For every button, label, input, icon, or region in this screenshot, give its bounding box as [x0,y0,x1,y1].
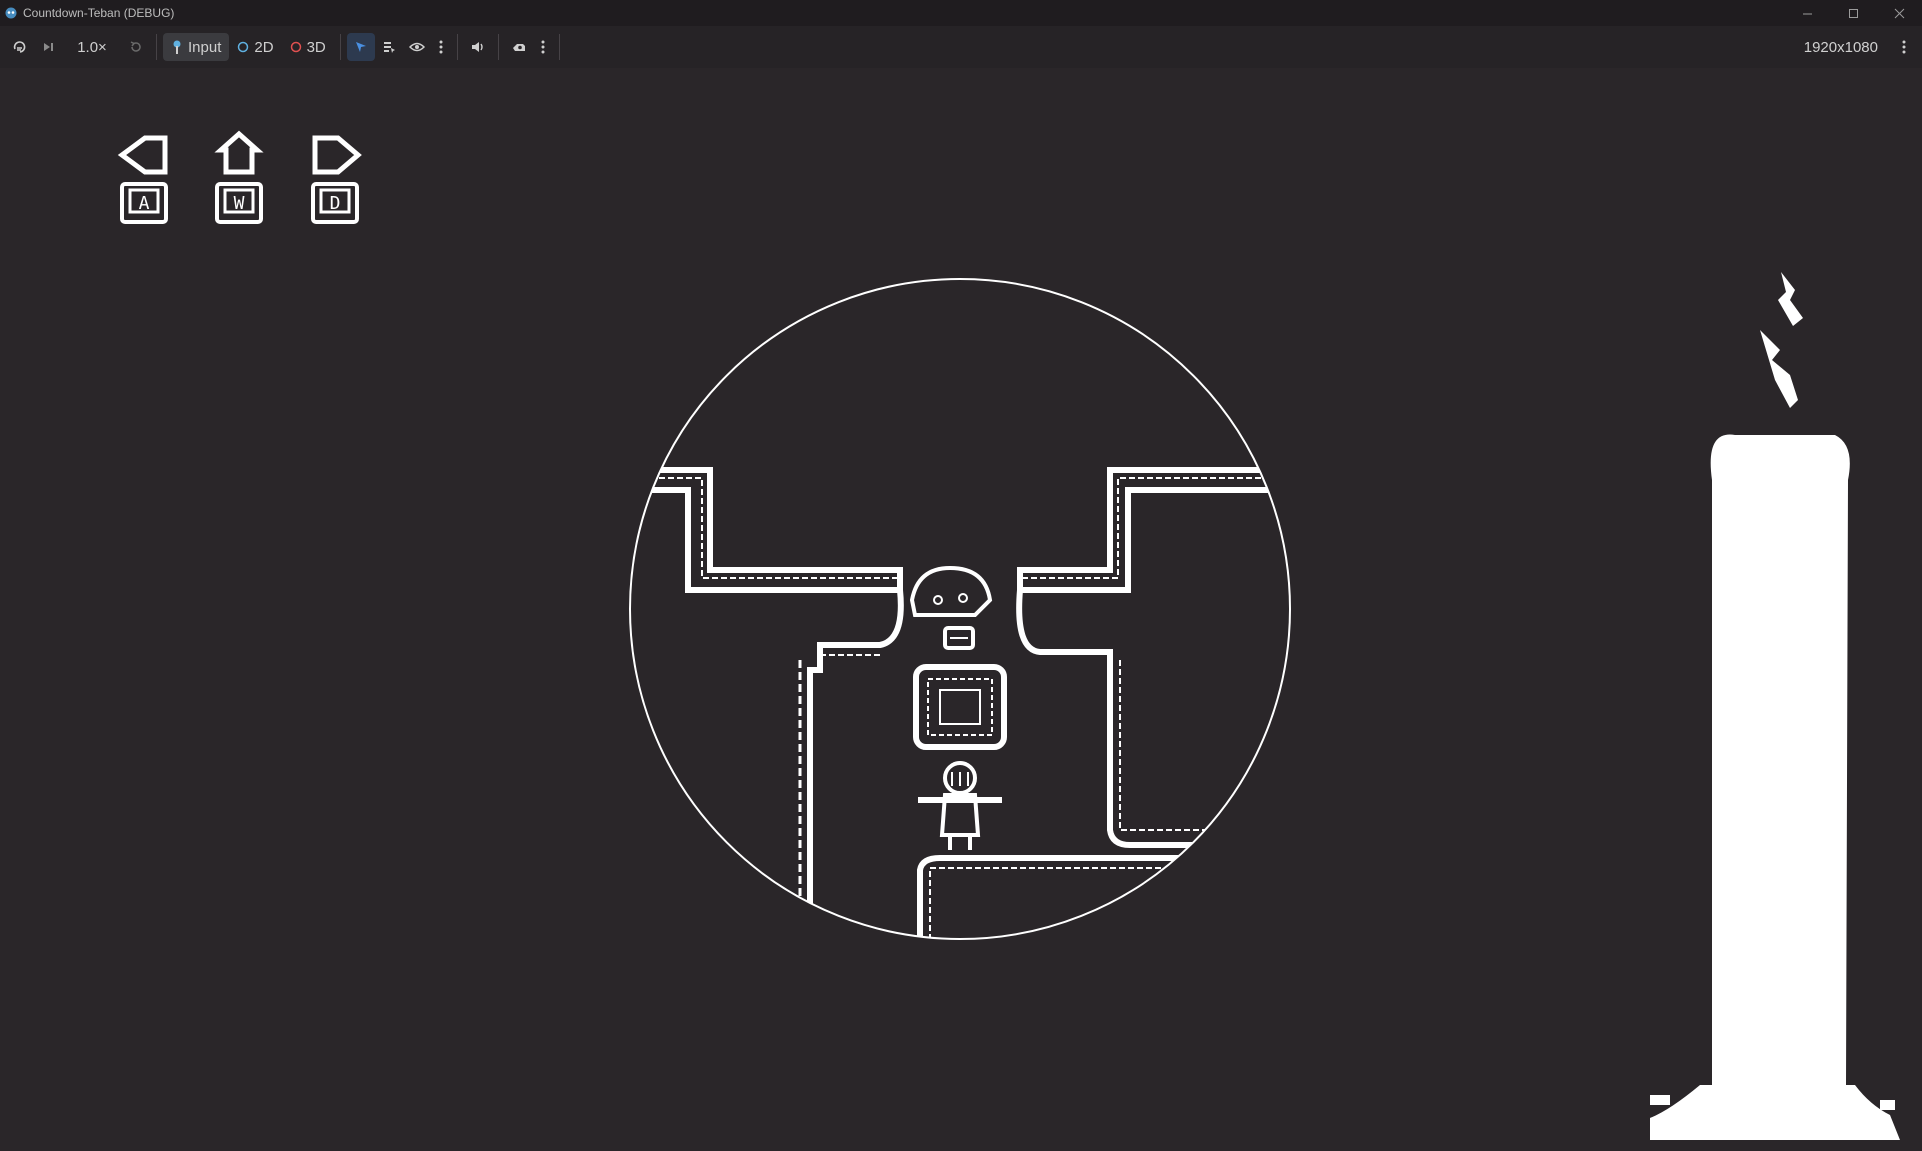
next-frame-icon [44,43,53,51]
godot-app-icon [5,7,17,19]
level-floor [917,855,1270,939]
eye-icon [408,42,425,52]
suspend-toggle-button[interactable] [6,33,34,61]
control-right: D [311,135,362,224]
lens-circle [629,278,1291,940]
control-left: A [117,135,168,224]
reset-icon [130,41,141,52]
game-viewport[interactable]: A W D [0,68,1922,1151]
maximize-button[interactable] [1830,0,1876,26]
kebab-menu-icon [439,40,443,54]
joystick-icon [173,40,181,54]
window-title: Countdown-Teban (DEBUG) [23,6,175,20]
title-bar: Countdown-Teban (DEBUG) [0,0,1922,26]
camera-icon [512,44,525,51]
level-wall [1017,467,1270,593]
lens-view [629,278,1291,940]
key-d-label: D [330,193,341,214]
toolbar-separator [497,34,499,60]
mode-3d-button[interactable]: 3D [282,33,334,61]
next-frame-button[interactable] [34,33,62,61]
maximize-icon [1848,8,1858,18]
toolbar-separator [339,34,341,60]
resolution-label: 1920x1080 [1803,38,1878,56]
enemy-scarecrow [918,761,1002,850]
time-scale-dropdown[interactable]: 1.0× [62,33,122,61]
camera-override-button[interactable] [505,33,533,61]
toolbar-separator [558,34,560,60]
more-options-button[interactable] [431,33,451,61]
select-tool-button[interactable] [346,33,375,61]
visibility-button[interactable] [403,33,431,61]
kebab-menu-icon [541,40,545,54]
input-mode-label: Input [188,38,222,56]
game-toolbar: 1.0× Input 2D 3D 1920x1080 [0,26,1922,68]
key-a-label: A [139,193,150,214]
hud-controls: A W D [117,130,362,224]
speaker-icon [471,42,483,52]
mute-audio-button[interactable] [464,33,492,61]
toolbar-separator [456,34,458,60]
list-tool-button[interactable] [375,33,403,61]
suspend-icon [13,41,26,53]
speech-bubble-icon [909,565,993,617]
level-wall [1016,589,1270,848]
candle-timer [1650,272,1900,1140]
mode-3d-label: 3D [306,38,326,56]
control-up: W [214,130,264,224]
input-mode-button[interactable]: Input [163,33,230,61]
up-arrow-icon [214,130,264,175]
left-arrow-icon [117,135,168,175]
cursor-arrow-icon [355,42,366,52]
minimize-icon [1802,13,1812,14]
mode-2d-label: 2D [254,38,274,56]
close-button[interactable] [1876,0,1922,26]
flame-icon [1778,272,1803,326]
right-arrow-icon [312,135,362,175]
time-scale-label: 1.0× [77,38,107,56]
2d-node-icon [238,41,249,53]
kebab-menu-icon [1902,40,1906,54]
level-wall [807,589,904,939]
mode-2d-button[interactable]: 2D [229,33,281,61]
player-character [909,565,993,650]
camera-options-button[interactable] [533,33,553,61]
list-select-icon [383,42,395,53]
game-canvas: A W D [117,130,1900,1140]
viewport-menu-button[interactable] [1894,33,1914,61]
close-icon [1894,8,1904,18]
3d-node-icon [290,41,301,53]
minimize-button[interactable] [1784,0,1830,26]
toolbar-separator [156,34,157,60]
key-w-label: W [234,193,245,214]
reset-time-scale-button[interactable] [122,33,150,61]
level-wall [650,467,903,593]
